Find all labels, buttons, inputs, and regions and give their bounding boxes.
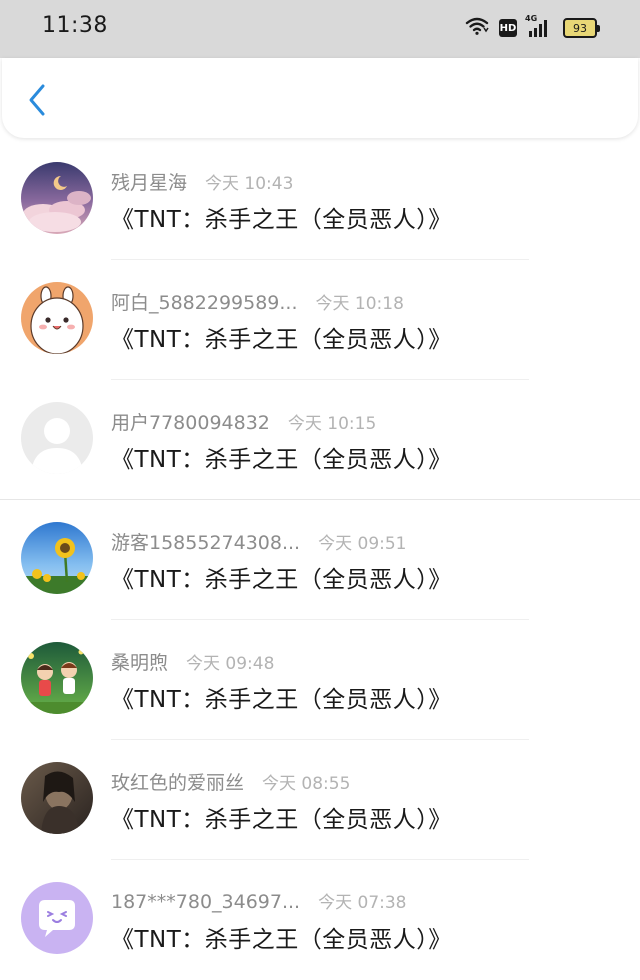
avatar[interactable] <box>21 402 93 474</box>
comment-text: 《TNT：杀手之王（全员恶人）》 <box>111 807 452 833</box>
back-button[interactable] <box>20 80 54 120</box>
user-name[interactable]: 阿白_5882299589... <box>111 288 298 315</box>
user-name[interactable]: 残月星海 <box>111 168 187 195</box>
user-name[interactable]: 187***780_34697... <box>111 891 300 913</box>
status-time: 11:38 <box>42 13 108 38</box>
status-icons: HD 4G 93 <box>465 14 600 41</box>
battery-icon: 93 <box>563 18 600 38</box>
comment-text: 《TNT：杀手之王（全员恶人）》 <box>111 447 452 473</box>
comment-text: 《TNT：杀手之王（全员恶人）》 <box>111 207 452 233</box>
comment-time: 今天 09:48 <box>186 654 275 674</box>
comment-time: 今天 08:55 <box>262 774 351 794</box>
comment-time: 今天 10:43 <box>205 174 294 194</box>
comment-time: 今天 10:15 <box>287 414 377 434</box>
comment-text: 《TNT：杀手之王（全员恶人）》 <box>111 687 452 713</box>
comment-row[interactable]: 桑明煦 今天 09:48 《TNT：杀手之王（全员恶人）》 <box>0 620 640 740</box>
comment-row[interactable]: 游客15855274308... 今天 09:51 《TNT：杀手之王（全员恶人… <box>0 500 640 620</box>
user-name[interactable]: 用户7780094832 <box>111 408 270 435</box>
avatar[interactable] <box>21 642 93 714</box>
comment-row[interactable]: 残月星海 今天 10:43 《TNT：杀手之王（全员恶人）》 <box>0 140 640 260</box>
avatar[interactable] <box>21 282 93 354</box>
comment-list: 残月星海 今天 10:43 《TNT：杀手之王（全员恶人）》 阿白_588229… <box>0 140 640 980</box>
comment-row[interactable]: 玫红色的爱丽丝 今天 08:55 《TNT：杀手之王（全员恶人）》 <box>0 740 640 860</box>
signal-icon: 4G <box>525 14 553 39</box>
user-name[interactable]: 玫红色的爱丽丝 <box>111 768 244 795</box>
status-bar: 11:38 HD 4G 93 <box>0 0 640 58</box>
wifi-icon <box>465 16 489 40</box>
avatar[interactable] <box>21 762 93 834</box>
comment-text: 《TNT：杀手之王（全员恶人）》 <box>111 927 452 953</box>
comment-time: 今天 09:51 <box>318 534 407 554</box>
avatar[interactable] <box>21 882 93 954</box>
user-name[interactable]: 桑明煦 <box>111 648 168 675</box>
avatar[interactable] <box>21 162 93 234</box>
comment-time: 今天 10:18 <box>315 294 404 314</box>
comment-time: 今天 07:38 <box>318 893 407 913</box>
nav-bar <box>2 58 638 138</box>
chevron-left-icon <box>29 84 45 116</box>
network-type-label: 4G <box>525 14 538 23</box>
comment-row[interactable]: 用户7780094832 今天 10:15 《TNT：杀手之王（全员恶人）》 <box>0 380 640 500</box>
battery-level: 93 <box>563 18 597 38</box>
comment-text: 《TNT：杀手之王（全员恶人）》 <box>111 567 452 593</box>
comment-text: 《TNT：杀手之王（全员恶人）》 <box>111 327 452 353</box>
comment-row[interactable]: 阿白_5882299589... 今天 10:18 《TNT：杀手之王（全员恶人… <box>0 260 640 380</box>
hd-badge: HD <box>499 19 517 37</box>
avatar[interactable] <box>21 522 93 594</box>
user-name[interactable]: 游客15855274308... <box>111 528 300 555</box>
comment-row[interactable]: 187***780_34697... 今天 07:38 《TNT：杀手之王（全员… <box>0 860 640 980</box>
